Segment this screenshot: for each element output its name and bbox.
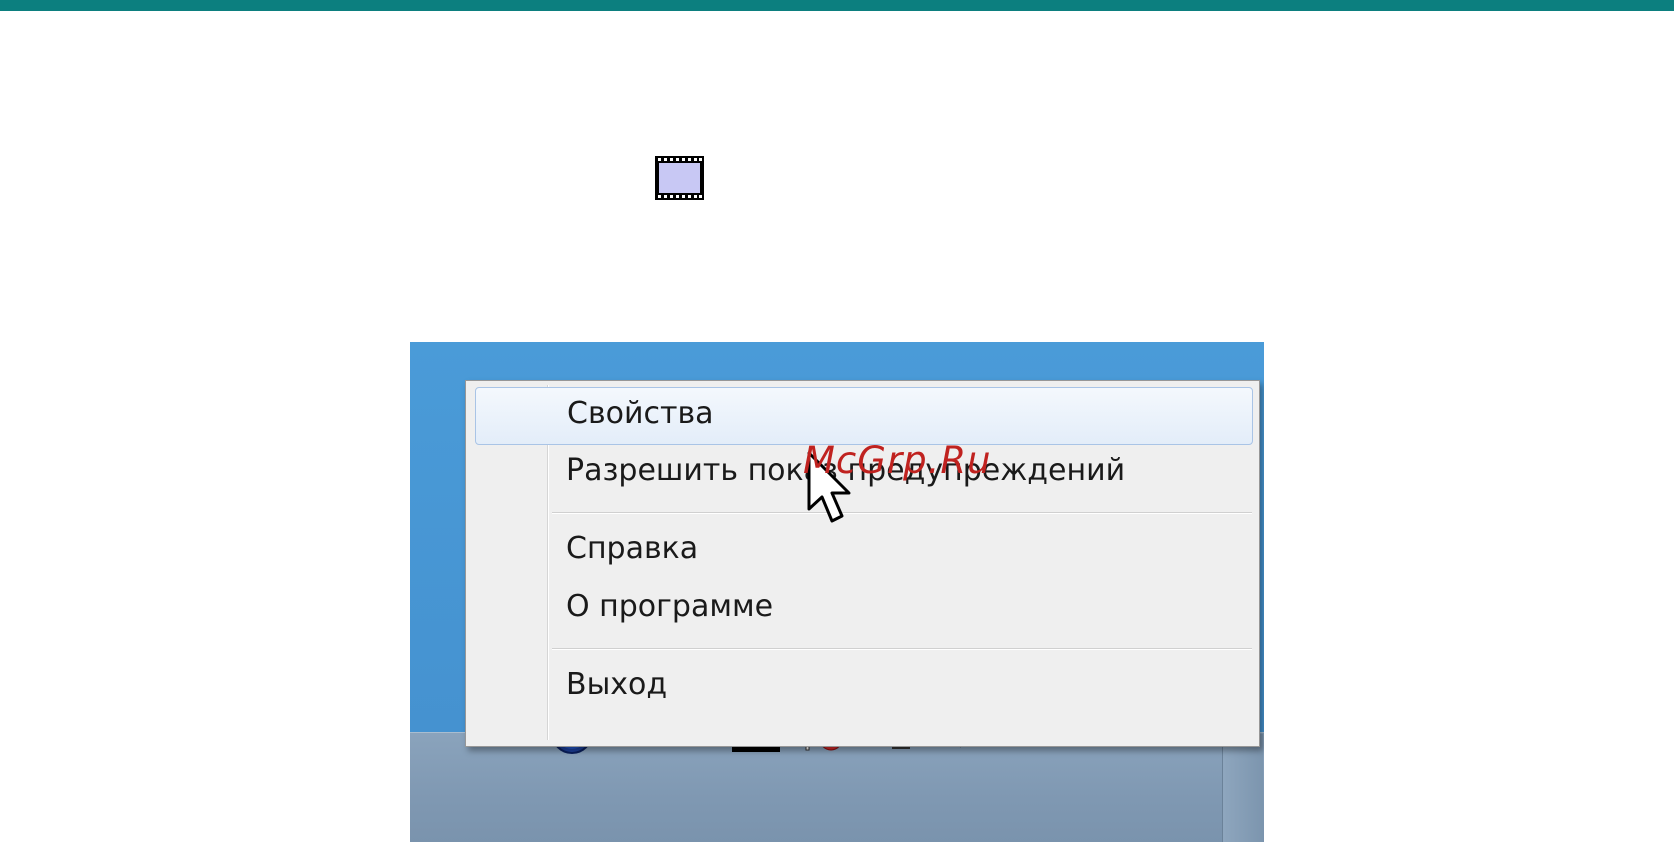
menu-item-help[interactable]: Справка xyxy=(475,523,1251,579)
context-menu: Свойства Разрешить показ предупреждений … xyxy=(465,380,1260,747)
menu-item-label: Свойства xyxy=(567,396,714,431)
menu-item-label: О программе xyxy=(566,589,774,624)
screenshot-panel: EN ? Свойства xyxy=(410,342,1264,842)
top-bar xyxy=(0,0,1674,11)
menu-item-about[interactable]: О программе xyxy=(475,581,1251,637)
menu-item-properties[interactable]: Свойства xyxy=(475,387,1253,445)
menu-separator xyxy=(552,648,1252,650)
menu-item-label: Выход xyxy=(566,667,668,702)
menu-separator xyxy=(552,512,1252,514)
menu-item-exit[interactable]: Выход xyxy=(475,659,1251,715)
show-desktop-button[interactable] xyxy=(1222,734,1263,842)
menu-item-label: Справка xyxy=(566,531,699,566)
watermark-text: McGrp.Ru xyxy=(803,439,992,482)
film-icon xyxy=(655,156,704,200)
